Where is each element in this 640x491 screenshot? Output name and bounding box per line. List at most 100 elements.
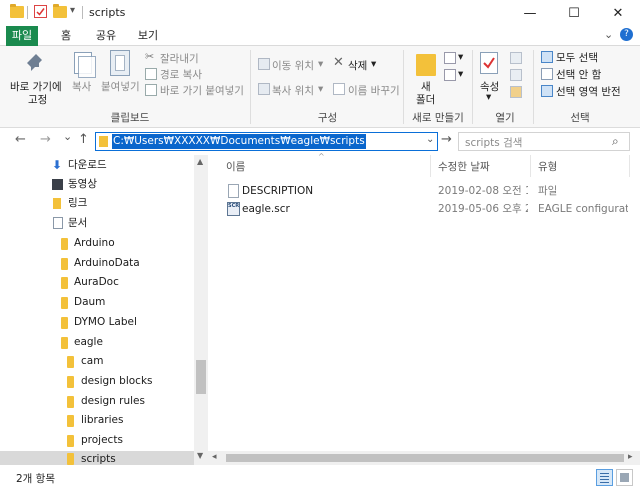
navigation-pane: ⬇ 다운로드 동영상 링크 문서 Arduino ArduinoData Aur… [0,155,208,465]
search-input[interactable]: scripts 검색 [465,135,522,150]
ribbon-collapse-icon[interactable]: ⌄ [604,28,613,41]
details-view-icon[interactable] [596,469,613,486]
scrollbar-thumb[interactable] [226,454,624,462]
nav-item-scripts[interactable]: scripts [0,451,194,465]
maximize-button[interactable]: ☐ [552,0,596,26]
back-button[interactable]: ← [15,132,26,147]
nav-item-label: Daum [74,296,106,308]
paste-shortcut-button[interactable]: 바로 가기 붙여넣기 [160,83,244,98]
column-header-row: 이름 ^ 수정한 날짜 유형 [208,152,640,177]
search-box[interactable]: scripts 검색 ⌕ [458,132,630,151]
nav-item-libraries[interactable]: libraries [0,411,194,430]
group-divider [533,50,534,124]
nav-item-downloads[interactable]: ⬇ 다운로드 [0,156,194,175]
nav-item-documents[interactable]: 문서 [0,214,194,233]
address-path[interactable]: C:₩Users₩XXXXX₩Documents₩eagle₩scripts [112,134,366,149]
nav-scrollbar[interactable]: ▲ ▼ [194,155,208,465]
forward-button[interactable]: → [40,132,51,147]
address-bar[interactable]: C:₩Users₩XXXXX₩Documents₩eagle₩scripts ⌄ [95,132,438,151]
folder-icon [61,258,68,270]
scroll-left-icon[interactable]: ◂ [212,452,217,462]
ribbon: 바로 가기에 고정 복사 붙여넣기 ✂ 잘라내기 경로 복사 바로 가기 붙여넣… [0,46,640,128]
folder-icon [67,435,74,447]
file-date: 2019-05-06 오후 2... [438,203,528,215]
nav-item-videos[interactable]: 동영상 [0,175,194,194]
cut-button[interactable]: 잘라내기 [160,51,199,66]
delete-button[interactable]: 삭제 [348,58,367,73]
column-header-date[interactable]: 수정한 날짜 [438,159,528,175]
move-to-button[interactable]: 이동 위치 [272,58,314,73]
chevron-down-icon: ▾ [318,58,324,70]
column-divider[interactable] [430,155,431,177]
properties-quick-icon[interactable] [34,5,47,18]
tab-share[interactable]: 공유 [88,26,124,46]
address-dropdown-icon[interactable]: ⌄ [426,134,434,145]
nav-item-label: Arduino [74,237,115,249]
rename-button[interactable]: 이름 바꾸기 [348,83,400,98]
customize-quick-access-icon[interactable]: ▾ [70,5,75,16]
open-icon[interactable] [510,52,522,64]
content-scrollbar[interactable]: ◂ ▸ [208,451,640,465]
copy-to-button[interactable]: 복사 위치 [272,83,314,98]
column-header-type[interactable]: 유형 [538,159,628,175]
search-icon[interactable]: ⌕ [612,134,619,149]
select-all-button[interactable]: 모두 선택 [556,50,598,65]
minimize-button[interactable]: — [508,0,552,26]
scroll-down-icon[interactable]: ▼ [197,451,203,460]
invert-selection-icon [541,85,553,97]
column-header-name[interactable]: 이름 [226,159,426,175]
edit-icon[interactable] [510,69,522,81]
folder-icon [67,453,74,465]
copy-button[interactable]: 복사 [72,79,91,94]
select-none-button[interactable]: 선택 안 함 [556,67,601,82]
folder-icon [61,297,68,309]
new-folder-quick-icon[interactable] [53,4,67,18]
column-divider[interactable] [629,155,630,177]
nav-item-links[interactable]: 링크 [0,194,194,213]
folder-icon [61,317,68,329]
scr-file-icon: SCR [227,202,240,216]
download-arrow-icon: ⬇ [52,158,63,172]
file-row[interactable]: DESCRIPTION 2019-02-08 오전 1... 파일 [208,182,640,200]
tab-home[interactable]: 홈 [52,26,80,46]
chevron-down-icon: ▾ [458,68,464,80]
paste-icon [110,50,130,76]
nav-item-design-blocks[interactable]: design blocks [0,372,194,391]
close-button[interactable]: ✕ [596,0,640,26]
invert-selection-button[interactable]: 선택 영역 반전 [556,84,621,99]
new-item-icon[interactable] [444,52,456,64]
nav-item-label: projects [81,434,123,446]
nav-item-cam[interactable]: cam [0,352,194,371]
document-icon [53,217,63,229]
scroll-right-icon[interactable]: ▸ [628,452,633,462]
recent-locations-button[interactable]: ⌄ [63,130,72,143]
nav-item-projects[interactable]: projects [0,431,194,450]
up-button[interactable]: ↑ [78,132,89,147]
clipboard-group-label: 클립보드 [110,112,150,124]
scroll-up-icon[interactable]: ▲ [197,157,203,166]
go-button[interactable]: → [441,132,452,147]
nav-item-auradoc[interactable]: AuraDoc [0,273,194,292]
history-icon[interactable] [510,86,522,98]
folder-icon [67,356,74,368]
tab-file[interactable]: 파일 [6,26,38,46]
help-icon[interactable]: ? [620,28,633,41]
nav-item-arduino[interactable]: Arduino [0,234,194,253]
file-date: 2019-02-08 오전 1... [438,185,528,197]
copy-path-icon [145,68,157,80]
window-title: scripts [89,6,126,19]
new-folder-label: 폴더 [416,94,436,106]
nav-item-eagle[interactable]: eagle [0,333,194,352]
nav-item-design-rules[interactable]: design rules [0,392,194,411]
tab-view[interactable]: 보기 [130,26,166,46]
paste-button[interactable]: 붙여넣기 [101,79,140,94]
easy-access-icon[interactable] [444,69,456,81]
large-icons-view-icon[interactable] [616,469,633,486]
scrollbar-thumb[interactable] [196,360,206,394]
nav-item-dymo-label[interactable]: DYMO Label [0,313,194,332]
nav-item-arduinodata[interactable]: ArduinoData [0,254,194,273]
copy-path-button[interactable]: 경로 복사 [160,67,202,82]
file-row[interactable]: SCR eagle.scr 2019-05-06 오후 2... EAGLE c… [208,200,640,218]
column-divider[interactable] [530,155,531,177]
nav-item-daum[interactable]: Daum [0,293,194,312]
